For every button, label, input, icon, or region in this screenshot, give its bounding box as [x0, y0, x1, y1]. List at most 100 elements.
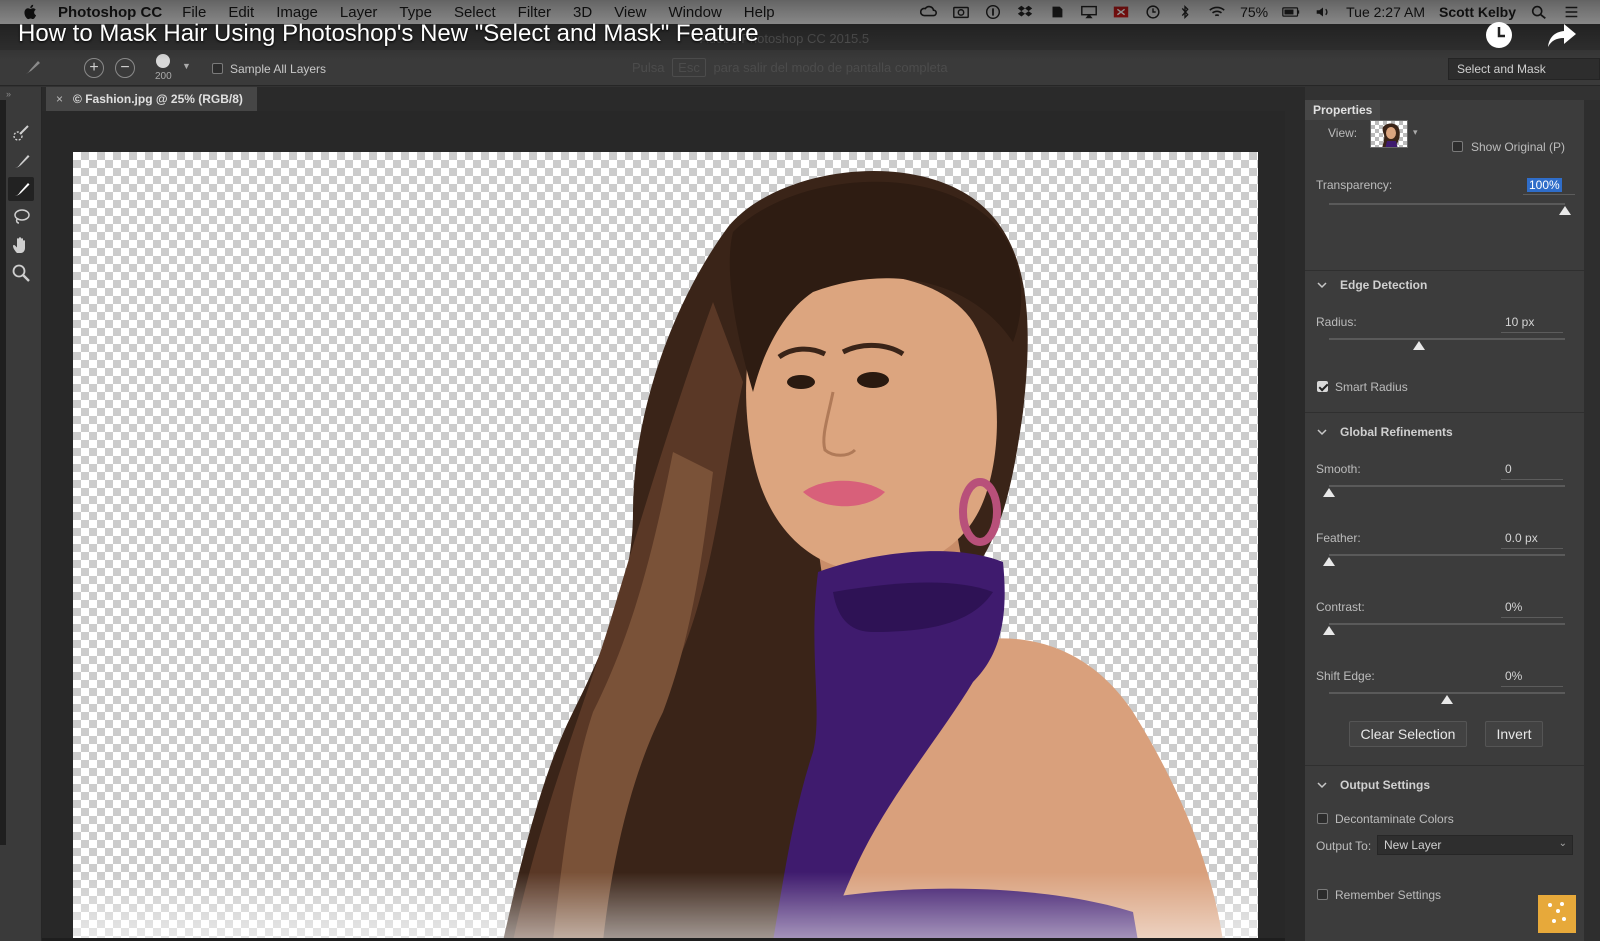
contrast-slider-track[interactable] [1329, 623, 1565, 625]
menu-layer[interactable]: Layer [340, 4, 378, 21]
feather-slider-track[interactable] [1329, 554, 1565, 556]
evernote-icon[interactable] [1048, 4, 1066, 20]
menu-filter[interactable]: Filter [518, 4, 551, 21]
transparency-label: Transparency: [1316, 178, 1393, 192]
spotlight-icon[interactable] [1530, 4, 1548, 20]
contrast-slider-thumb[interactable] [1323, 626, 1335, 635]
radius-value[interactable]: 10 px [1505, 315, 1534, 329]
menu-3d[interactable]: 3D [573, 4, 592, 21]
menu-user[interactable]: Scott Kelby [1439, 4, 1516, 20]
sample-all-layers-checkbox[interactable] [212, 63, 223, 74]
menu-select[interactable]: Select [454, 4, 496, 21]
creative-cloud-icon[interactable] [920, 4, 938, 20]
esc-hint-prefix: Pulsa [632, 60, 665, 75]
share-icon[interactable] [1546, 20, 1578, 50]
feather-slider-thumb[interactable] [1323, 557, 1335, 566]
properties-panel: Properties View: ▾ Show Original (P) Tra… [1305, 100, 1584, 941]
shift-edge-value[interactable]: 0% [1505, 669, 1522, 683]
time-machine-icon[interactable] [1144, 4, 1162, 20]
feather-value[interactable]: 0.0 px [1505, 531, 1538, 545]
feather-label: Feather: [1316, 531, 1361, 545]
menu-app-name[interactable]: Photoshop CC [58, 4, 162, 21]
properties-tab[interactable]: Properties [1305, 100, 1381, 120]
subtract-from-selection-button[interactable]: − [115, 58, 135, 78]
view-mode-thumbnail[interactable] [1370, 120, 1408, 148]
refine-edge-brush-tool[interactable] [8, 149, 34, 173]
bluetooth-icon[interactable] [1176, 4, 1194, 20]
transparency-slider-track[interactable] [1329, 203, 1565, 205]
close-icon[interactable]: × [56, 92, 63, 106]
transparency-value-text: 100% [1527, 178, 1562, 192]
menu-type[interactable]: Type [399, 4, 432, 21]
menu-file[interactable]: File [182, 4, 206, 21]
brush-picker-chevron-icon[interactable]: ▼ [182, 61, 191, 71]
global-refinements-header[interactable]: Global Refinements [1340, 425, 1453, 439]
smooth-value-underline [1501, 479, 1563, 480]
menu-clock[interactable]: Tue 2:27 AM [1346, 4, 1425, 20]
volume-icon[interactable] [1314, 4, 1332, 20]
smooth-slider-thumb[interactable] [1323, 488, 1335, 497]
smooth-slider-track[interactable] [1329, 485, 1565, 487]
workspace-select[interactable]: Select and Mask [1448, 58, 1600, 80]
view-chevron-down-icon[interactable]: ▾ [1413, 127, 1418, 138]
stop-record-icon[interactable] [1112, 4, 1130, 20]
battery-icon[interactable] [1282, 4, 1300, 20]
hand-tool[interactable] [8, 233, 34, 257]
edge-detection-chevron-icon[interactable] [1317, 280, 1327, 290]
output-settings-header[interactable]: Output Settings [1340, 778, 1430, 792]
refine-brush-tool-icon[interactable] [20, 58, 44, 78]
add-to-selection-button[interactable]: + [84, 58, 104, 78]
apple-icon[interactable] [22, 3, 40, 21]
output-to-label: Output To: [1316, 839, 1372, 853]
radius-slider-track[interactable] [1329, 338, 1565, 340]
transparency-slider-thumb[interactable] [1559, 206, 1571, 215]
shift-edge-slider-thumb[interactable] [1441, 695, 1453, 704]
video-title[interactable]: How to Mask Hair Using Photoshop's New "… [18, 20, 759, 48]
transparency-value[interactable]: 100% [1527, 178, 1562, 192]
menu-view[interactable]: View [614, 4, 646, 21]
airplay-icon[interactable] [1080, 4, 1098, 20]
radius-slider-thumb[interactable] [1412, 341, 1425, 350]
decontaminate-colors-checkbox[interactable] [1317, 813, 1328, 824]
smooth-value[interactable]: 0 [1505, 462, 1512, 476]
output-to-select[interactable]: New Layer ⌄ [1377, 835, 1573, 855]
refine-edge-brush-icon [14, 155, 30, 168]
smart-radius-checkbox[interactable] [1317, 381, 1328, 392]
notification-center-icon[interactable] [1562, 4, 1580, 20]
document-tab[interactable]: × © Fashion.jpg @ 25% (RGB/8) [46, 87, 257, 111]
global-refinements-chevron-icon[interactable] [1317, 427, 1327, 437]
quick-selection-tool[interactable] [8, 121, 34, 145]
edge-detection-header[interactable]: Edge Detection [1340, 278, 1427, 292]
show-original-checkbox[interactable] [1452, 141, 1463, 152]
camera-icon[interactable] [952, 4, 970, 20]
smart-radius-label: Smart Radius [1335, 380, 1408, 394]
divider [1305, 765, 1584, 766]
toolbar-collapse-icon[interactable]: » [6, 89, 11, 99]
invert-button[interactable]: Invert [1485, 721, 1543, 747]
shift-edge-slider-track[interactable] [1329, 692, 1565, 694]
menu-edit[interactable]: Edit [228, 4, 254, 21]
remember-settings-checkbox[interactable] [1317, 889, 1328, 900]
output-to-chevron-down-icon: ⌄ [1558, 838, 1567, 849]
wifi-icon[interactable] [1208, 4, 1226, 20]
lasso-tool[interactable] [8, 205, 34, 229]
divider [1305, 412, 1584, 413]
document-canvas[interactable] [73, 152, 1258, 941]
transparency-value-underline [1523, 194, 1575, 195]
menu-window[interactable]: Window [668, 4, 721, 21]
divider [1305, 270, 1584, 271]
brush-preview[interactable] [156, 54, 170, 68]
onepassword-icon[interactable] [984, 4, 1002, 20]
dropbox-icon[interactable] [1016, 4, 1034, 20]
document-tab-label: © Fashion.jpg @ 25% (RGB/8) [73, 92, 243, 106]
menu-image[interactable]: Image [276, 4, 318, 21]
output-settings-chevron-icon[interactable] [1317, 780, 1327, 790]
zoom-icon [12, 264, 30, 282]
clear-selection-button[interactable]: Clear Selection [1349, 721, 1467, 747]
contrast-value[interactable]: 0% [1505, 600, 1522, 614]
zoom-tool[interactable] [8, 261, 34, 285]
left-eye [787, 375, 815, 389]
brush-tool[interactable] [8, 177, 34, 201]
watch-later-icon[interactable] [1484, 20, 1514, 50]
menu-help[interactable]: Help [744, 4, 775, 21]
